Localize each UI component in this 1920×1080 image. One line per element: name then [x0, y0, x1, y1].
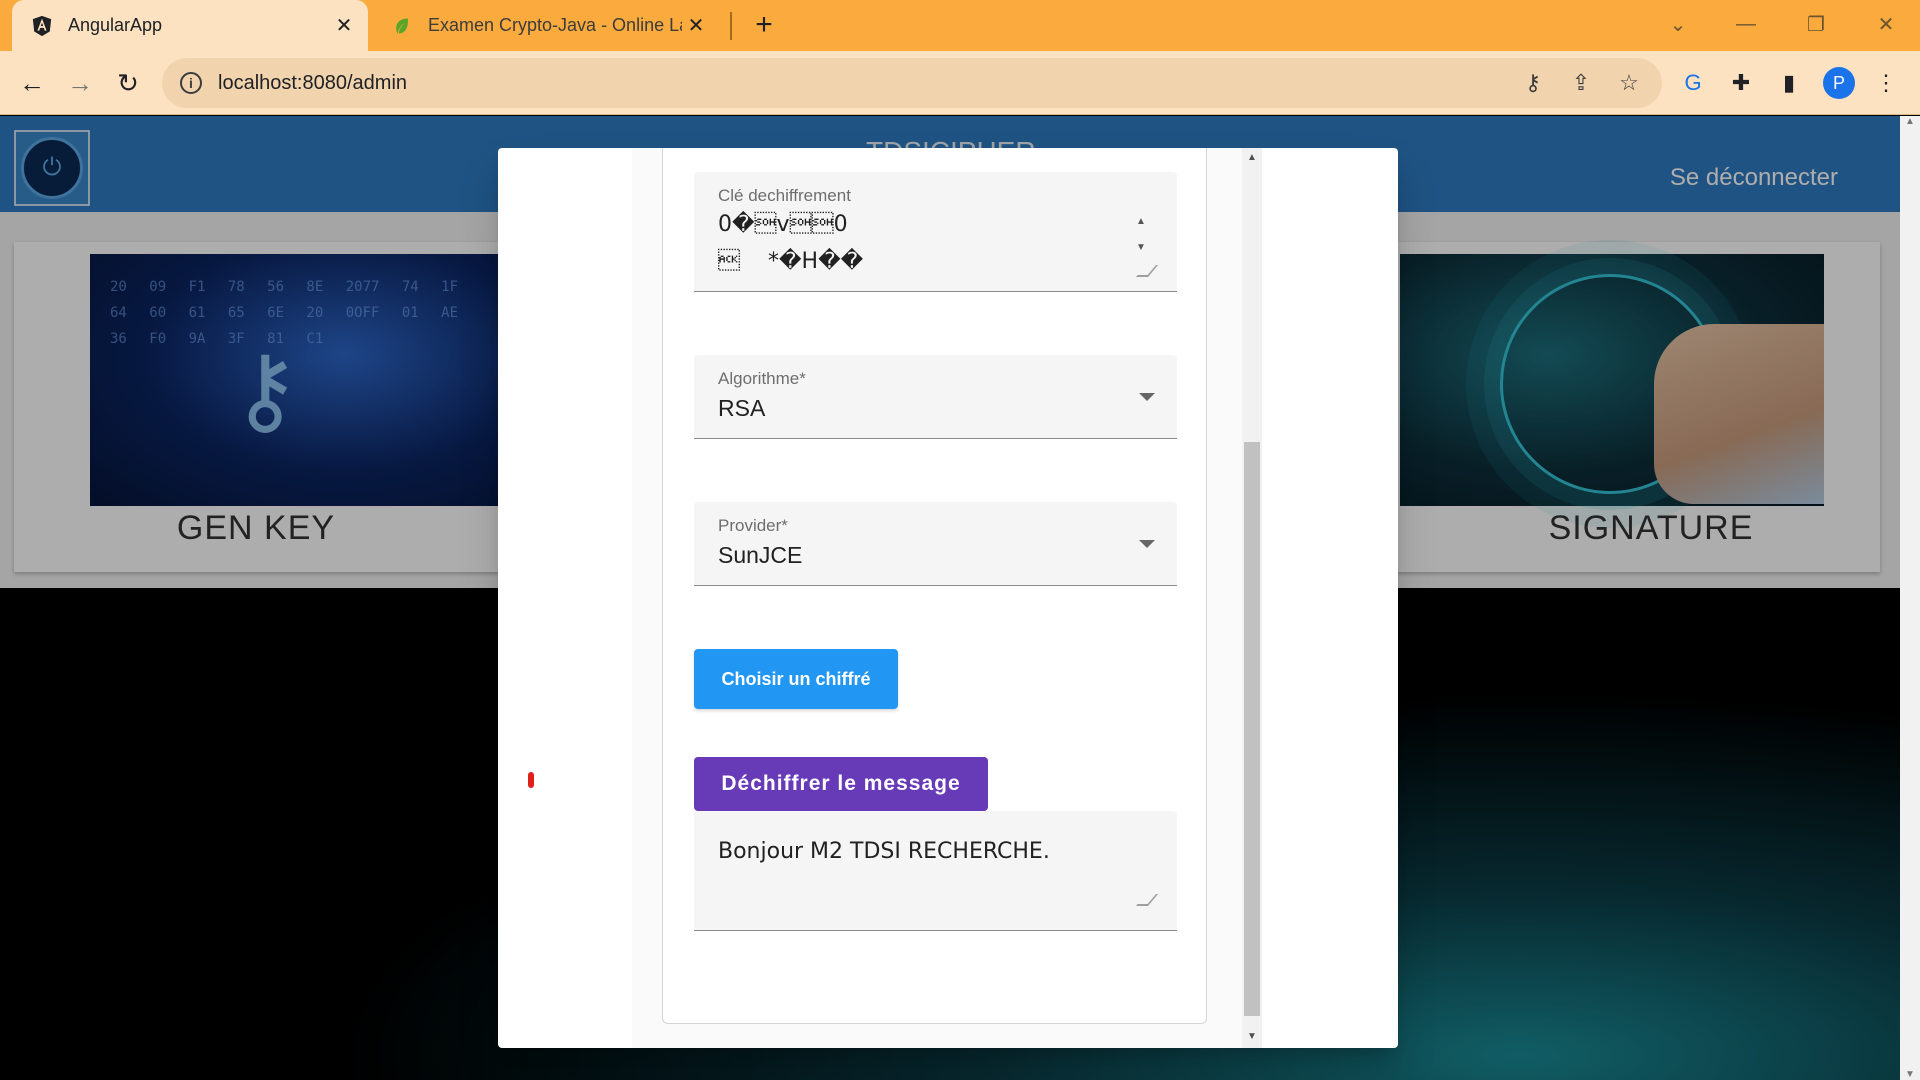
scrollbar-thumb[interactable] [1244, 442, 1260, 1016]
resize-handle-icon[interactable] [1135, 894, 1159, 906]
textarea-scroll[interactable]: ▲ ▼ [1129, 208, 1153, 268]
tab-angularapp[interactable]: AngularApp ✕ [12, 0, 368, 51]
profile-avatar[interactable]: P [1823, 67, 1855, 99]
choose-cipher-button[interactable]: Choisir un chiffré [694, 649, 898, 709]
algorithme-select[interactable]: Algorithme* RSA [694, 355, 1177, 439]
provider-value: SunJCE [718, 542, 803, 568]
back-icon[interactable]: ← [14, 65, 50, 101]
menu-kebab-icon[interactable]: ⋮ [1868, 65, 1904, 101]
scroll-up-icon[interactable]: ▲ [1246, 152, 1258, 163]
algorithme-value: RSA [718, 395, 766, 421]
new-tab-icon[interactable]: + [748, 10, 780, 42]
dropdown-arrow-icon[interactable] [1139, 393, 1155, 401]
tab-search-icon[interactable]: ⌄ [1658, 6, 1698, 42]
scroll-down-icon[interactable]: ▼ [1904, 1069, 1916, 1080]
decrypt-message-button[interactable]: Déchiffrer le message [694, 757, 988, 811]
angular-icon [30, 14, 54, 38]
url-text[interactable]: localhost:8080/admin [218, 72, 1518, 95]
result-textarea[interactable]: Bonjour M2 TDSI RECHERCHE. [694, 811, 1177, 931]
page-scrollbar[interactable]: ▲ ▼ [1900, 116, 1920, 1080]
field-label: Algorithme* [718, 369, 806, 388]
dropdown-arrow-icon[interactable] [1139, 540, 1155, 548]
key-icon[interactable]: ⚷ [1518, 68, 1548, 98]
tab-title: Examen Crypto-Java - Online La [428, 15, 682, 35]
close-window-icon[interactable]: ✕ [1866, 6, 1906, 42]
tab-separator [730, 12, 732, 40]
close-tab-icon[interactable]: ✕ [682, 12, 710, 40]
close-tab-icon[interactable]: ✕ [330, 12, 358, 40]
browser-tabstrip: AngularApp ✕ Examen Crypto-Java - Online… [0, 0, 1920, 51]
tab-examen[interactable]: Examen Crypto-Java - Online La ✕ [376, 0, 720, 51]
field-label: Provider* [718, 516, 788, 535]
leaf-icon [390, 14, 414, 38]
scroll-up-icon[interactable]: ▲ [1904, 116, 1916, 127]
tab-title: AngularApp [68, 15, 163, 35]
address-bar[interactable]: i localhost:8080/admin ⚷ ⇪ ☆ [162, 58, 1662, 108]
browser-toolbar: ← → ↻ i localhost:8080/admin ⚷ ⇪ ☆ G ✚ ▮… [0, 51, 1920, 115]
extensions-icon[interactable]: ✚ [1723, 65, 1759, 101]
scroll-down-icon[interactable]: ▼ [1246, 1031, 1258, 1042]
scroll-up-icon[interactable]: ▲ [1129, 208, 1153, 234]
decrypt-dialog: Clé dechiffrement 0�v0  *�H�� ▲ ▼ Al… [498, 148, 1398, 1048]
minimize-icon[interactable]: — [1726, 6, 1766, 42]
dialog-scrollbar[interactable]: ▲ ▼ [1242, 148, 1262, 1048]
result-value[interactable]: Bonjour M2 TDSI RECHERCHE. [718, 833, 1050, 870]
side-panel-icon[interactable]: ▮ [1771, 65, 1807, 101]
reload-icon[interactable]: ↻ [110, 65, 146, 101]
field-label: Clé dechiffrement [718, 186, 851, 205]
cle-dechiffrement-value[interactable]: 0�v0  *�H�� [718, 206, 863, 280]
share-icon[interactable]: ⇪ [1566, 68, 1596, 98]
google-translate-icon[interactable]: G [1675, 65, 1711, 101]
site-info-icon[interactable]: i [180, 72, 202, 94]
scroll-down-icon[interactable]: ▼ [1129, 234, 1153, 260]
restore-icon[interactable]: ❐ [1796, 6, 1836, 42]
forward-icon[interactable]: → [62, 65, 98, 101]
bookmark-star-icon[interactable]: ☆ [1614, 68, 1644, 98]
red-marker [528, 772, 534, 788]
cle-dechiffrement-field[interactable]: Clé dechiffrement 0�v0  *�H�� ▲ ▼ [694, 172, 1177, 292]
provider-select[interactable]: Provider* SunJCE [694, 502, 1177, 586]
